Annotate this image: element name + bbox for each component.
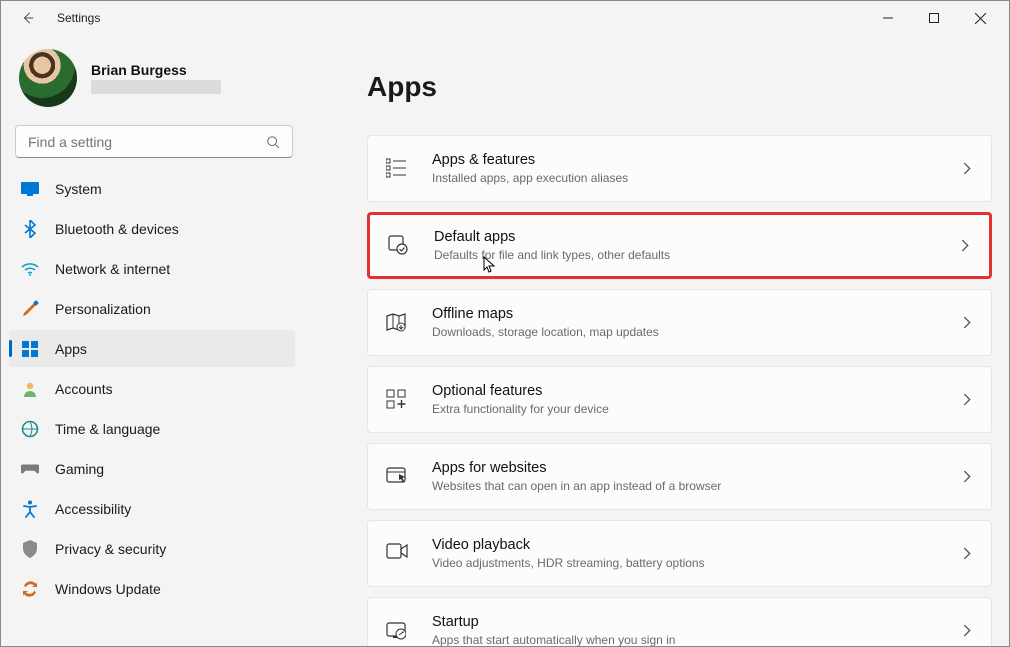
card-title: Video playback bbox=[432, 536, 960, 556]
sidebar-item-label: Network & internet bbox=[55, 261, 170, 277]
wifi-icon bbox=[21, 260, 39, 278]
main: Apps Apps & features Installed apps, app… bbox=[309, 35, 1009, 646]
sidebar-item-personalization[interactable]: Personalization bbox=[9, 290, 295, 327]
card-apps-for-websites[interactable]: Apps for websites Websites that can open… bbox=[367, 443, 992, 510]
profile-name: Brian Burgess bbox=[91, 62, 221, 78]
sidebar-item-accessibility[interactable]: Accessibility bbox=[9, 490, 295, 527]
apps-websites-icon bbox=[386, 466, 408, 488]
card-list: Apps & features Installed apps, app exec… bbox=[367, 135, 992, 646]
window-controls bbox=[865, 3, 1003, 33]
profile[interactable]: Brian Burgess bbox=[9, 43, 305, 119]
page-title: Apps bbox=[367, 71, 995, 103]
chevron-right-icon bbox=[960, 470, 973, 483]
sidebar-item-network[interactable]: Network & internet bbox=[9, 250, 295, 287]
card-subtitle: Installed apps, app execution aliases bbox=[432, 170, 960, 186]
card-startup[interactable]: Startup Apps that start automatically wh… bbox=[367, 597, 992, 646]
maximize-icon bbox=[929, 13, 939, 23]
windows-update-icon bbox=[21, 580, 39, 598]
sidebar-item-bluetooth[interactable]: Bluetooth & devices bbox=[9, 210, 295, 247]
sidebar-item-time-language[interactable]: Time & language bbox=[9, 410, 295, 447]
sidebar-item-label: Accessibility bbox=[55, 501, 131, 517]
video-icon bbox=[386, 543, 408, 565]
card-video-playback[interactable]: Video playback Video adjustments, HDR st… bbox=[367, 520, 992, 587]
search-box[interactable] bbox=[15, 125, 293, 158]
arrow-left-icon bbox=[21, 11, 35, 25]
sidebar-item-label: Apps bbox=[55, 341, 87, 357]
sidebar-item-system[interactable]: System bbox=[9, 170, 295, 207]
time-language-icon bbox=[21, 420, 39, 438]
window-title: Settings bbox=[57, 11, 100, 25]
shield-icon bbox=[21, 540, 39, 558]
card-subtitle: Apps that start automatically when you s… bbox=[432, 632, 960, 646]
card-subtitle: Video adjustments, HDR streaming, batter… bbox=[432, 555, 960, 571]
bluetooth-icon bbox=[21, 220, 39, 238]
profile-email-redacted bbox=[91, 80, 221, 94]
sidebar-item-label: Windows Update bbox=[55, 581, 161, 597]
card-title: Default apps bbox=[434, 228, 958, 248]
card-subtitle: Websites that can open in an app instead… bbox=[432, 478, 960, 494]
card-title: Startup bbox=[432, 613, 960, 633]
back-button[interactable] bbox=[17, 7, 39, 29]
chevron-right-icon bbox=[960, 393, 973, 406]
sidebar-item-windows-update[interactable]: Windows Update bbox=[9, 570, 295, 607]
chevron-right-icon bbox=[960, 316, 973, 329]
sidebar-item-label: System bbox=[55, 181, 102, 197]
card-title: Optional features bbox=[432, 382, 960, 402]
default-apps-icon bbox=[388, 235, 410, 257]
sidebar-item-label: Personalization bbox=[55, 301, 151, 317]
apps-features-icon bbox=[386, 158, 408, 180]
sidebar-item-label: Accounts bbox=[55, 381, 113, 397]
accounts-icon bbox=[21, 380, 39, 398]
titlebar: Settings bbox=[1, 1, 1009, 35]
sidebar: Brian Burgess System Bluetooth & devices bbox=[1, 35, 309, 646]
sidebar-item-privacy[interactable]: Privacy & security bbox=[9, 530, 295, 567]
sidebar-item-gaming[interactable]: Gaming bbox=[9, 450, 295, 487]
card-title: Apps for websites bbox=[432, 459, 960, 479]
card-title: Offline maps bbox=[432, 305, 960, 325]
accessibility-icon bbox=[21, 500, 39, 518]
close-button[interactable] bbox=[957, 3, 1003, 33]
minimize-button[interactable] bbox=[865, 3, 911, 33]
card-subtitle: Extra functionality for your device bbox=[432, 401, 960, 417]
gaming-icon bbox=[21, 460, 39, 478]
search-icon bbox=[266, 135, 280, 149]
sidebar-item-apps[interactable]: Apps bbox=[9, 330, 295, 367]
apps-icon bbox=[21, 340, 39, 358]
chevron-right-icon bbox=[958, 239, 971, 252]
card-subtitle: Defaults for file and link types, other … bbox=[434, 247, 958, 263]
startup-icon bbox=[386, 620, 408, 642]
sidebar-item-accounts[interactable]: Accounts bbox=[9, 370, 295, 407]
paintbrush-icon bbox=[21, 300, 39, 318]
card-title: Apps & features bbox=[432, 151, 960, 171]
sidebar-item-label: Bluetooth & devices bbox=[55, 221, 179, 237]
close-icon bbox=[975, 13, 986, 24]
optional-features-icon bbox=[386, 389, 408, 411]
chevron-right-icon bbox=[960, 547, 973, 560]
chevron-right-icon bbox=[960, 624, 973, 637]
card-default-apps[interactable]: Default apps Defaults for file and link … bbox=[367, 212, 992, 279]
search-input[interactable] bbox=[28, 134, 266, 150]
sidebar-item-label: Privacy & security bbox=[55, 541, 166, 557]
avatar bbox=[19, 49, 77, 107]
sidebar-item-label: Time & language bbox=[55, 421, 160, 437]
content: Brian Burgess System Bluetooth & devices bbox=[1, 35, 1009, 646]
settings-window: Settings Brian Burgess bbox=[0, 0, 1010, 647]
card-subtitle: Downloads, storage location, map updates bbox=[432, 324, 960, 340]
chevron-right-icon bbox=[960, 162, 973, 175]
minimize-icon bbox=[883, 13, 893, 23]
card-optional-features[interactable]: Optional features Extra functionality fo… bbox=[367, 366, 992, 433]
card-offline-maps[interactable]: Offline maps Downloads, storage location… bbox=[367, 289, 992, 356]
system-icon bbox=[21, 180, 39, 198]
offline-maps-icon bbox=[386, 312, 408, 334]
card-apps-features[interactable]: Apps & features Installed apps, app exec… bbox=[367, 135, 992, 202]
maximize-button[interactable] bbox=[911, 3, 957, 33]
sidebar-item-label: Gaming bbox=[55, 461, 104, 477]
nav: System Bluetooth & devices Network & int… bbox=[9, 168, 305, 610]
